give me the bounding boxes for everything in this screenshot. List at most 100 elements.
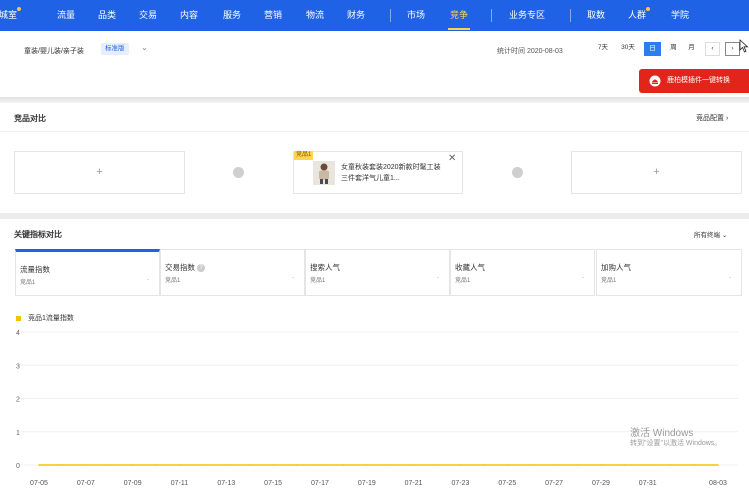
series-point[interactable] (646, 464, 649, 466)
nav-item-0[interactable]: 城室 (0, 0, 17, 31)
plugin-logo-icon (649, 75, 661, 87)
add-product-slot-3[interactable]: + (571, 151, 742, 194)
metric-tab-sub: 竞品1 (455, 278, 471, 284)
config-link[interactable]: 竞品配置 › (696, 113, 728, 123)
next-date-button[interactable]: › (725, 42, 740, 56)
nav-item-6[interactable]: 营销 (264, 0, 282, 31)
series-point[interactable] (38, 464, 40, 466)
series-point[interactable] (670, 464, 672, 466)
info-icon[interactable]: ? (197, 264, 205, 273)
series-point[interactable] (600, 464, 602, 466)
close-icon[interactable]: ✕ (448, 153, 456, 164)
series-point[interactable] (225, 464, 228, 466)
chevron-right-icon: › (731, 45, 734, 52)
series-point[interactable] (553, 464, 555, 466)
nav-item-10[interactable]: 竞争 (447, 0, 471, 31)
series-point[interactable] (693, 464, 696, 466)
metric-tab-name: 加购人气 (601, 262, 631, 273)
series-point[interactable] (202, 464, 204, 466)
nav-item-13[interactable]: 人群 (628, 0, 646, 31)
add-product-slot-1[interactable]: + (14, 151, 185, 194)
nav-divider (570, 9, 571, 22)
series-point[interactable] (483, 464, 485, 466)
metric-tab-name: 流量指数 (20, 264, 50, 275)
metric-tab-4[interactable]: 加购人气 竞品1 - (596, 249, 742, 296)
range-button-2[interactable]: 日 (644, 42, 661, 56)
prev-date-button[interactable]: ‹ (705, 42, 720, 56)
x-tick-label: 07-25 (498, 480, 516, 487)
nav-item-7[interactable]: 物流 (306, 0, 324, 31)
series-point[interactable] (248, 464, 251, 466)
metric-tab-3[interactable]: 收藏人气竞品1 - (450, 249, 595, 296)
metric-tab-1[interactable]: 交易指数? 竞品1 - (160, 249, 305, 296)
nav-divider (491, 9, 492, 22)
category-selector[interactable]: 童装/婴儿装/亲子装 (24, 46, 84, 56)
plugin-convert-button[interactable]: 鹿柏模插件一键转换 (639, 69, 749, 93)
y-tick-label: 1 (16, 430, 20, 437)
nav-item-4[interactable]: 内容 (180, 0, 198, 31)
metric-tab-value: - (147, 277, 149, 283)
x-tick-label: 07-05 (30, 480, 48, 487)
series-point[interactable] (131, 464, 134, 466)
nav-item-11[interactable]: 业务专区 (509, 0, 545, 31)
x-tick-label: 07-11 (171, 480, 188, 487)
metric-tab-value: - (582, 275, 584, 281)
nav-item-3[interactable]: 交易 (139, 0, 157, 31)
mouse-cursor-icon (739, 39, 749, 53)
nav-item-2[interactable]: 品类 (98, 0, 116, 31)
series-point[interactable] (717, 464, 719, 466)
series-point[interactable] (436, 464, 438, 466)
series-point[interactable] (623, 464, 626, 466)
series-point[interactable] (272, 464, 274, 466)
vs-dot-icon (233, 167, 244, 178)
range-button-0[interactable]: 7天 (593, 42, 613, 56)
x-tick-label: 07-31 (639, 480, 657, 487)
metric-tab-name: 交易指数? (165, 262, 205, 273)
metric-tab-label: 交易指数 (165, 263, 195, 272)
series-point[interactable] (295, 464, 298, 466)
windows-watermark-subtitle: 转到"设置"以激活 Windows。 (630, 440, 722, 447)
series-point[interactable] (155, 464, 157, 466)
metric-tab-2[interactable]: 搜索人气 竞品1 - (305, 249, 450, 296)
metric-tab-name: 收藏人气 (455, 262, 485, 273)
series-point[interactable] (319, 464, 321, 466)
series-point[interactable] (342, 464, 345, 466)
x-tick-label: 07-19 (358, 480, 376, 487)
nav-item-9[interactable]: 市场 (407, 0, 425, 31)
metric-tab-label: 流量指数 (20, 265, 50, 274)
plus-icon: + (653, 166, 660, 178)
x-tick-label: 07-29 (592, 480, 610, 487)
product-card-1[interactable]: 竞品1 女童秋装套装2020新款时髦工装三件套洋气儿童1... ✕ (293, 151, 463, 194)
series-point[interactable] (365, 464, 368, 466)
nav-item-5[interactable]: 服务 (223, 0, 241, 31)
product-tag: 竞品1 (294, 151, 314, 160)
series-point[interactable] (178, 464, 181, 466)
plus-icon: + (96, 166, 103, 178)
chevron-down-icon[interactable]: ⌄ (141, 43, 148, 52)
nav-item-8[interactable]: 财务 (347, 0, 365, 31)
metric-tab-label: 搜索人气 (310, 263, 340, 272)
y-tick-label: 3 (16, 363, 20, 370)
nav-item-14[interactable]: 学院 (671, 0, 689, 31)
series-point[interactable] (108, 464, 111, 466)
series-point[interactable] (85, 464, 87, 466)
series-point[interactable] (576, 464, 579, 466)
range-button-4[interactable]: 月 (684, 42, 699, 56)
terminal-select[interactable]: 所有终端 ⌄ (694, 229, 727, 239)
metric-tab-0[interactable]: 流量指数 竞品1 - (15, 249, 160, 296)
metric-tab-value: - (437, 275, 439, 281)
terminal-label: 所有终端 (694, 232, 720, 239)
range-button-3[interactable]: 周 (666, 42, 681, 56)
series-point[interactable] (506, 464, 509, 466)
series-point[interactable] (412, 464, 415, 466)
nav-item-12[interactable]: 取数 (587, 0, 605, 31)
series-point[interactable] (459, 464, 462, 466)
chevron-right-icon: › (725, 115, 729, 122)
notification-dot-icon (17, 7, 21, 11)
plugin-button-label: 鹿柏模插件一键转换 (667, 77, 730, 84)
series-point[interactable] (389, 464, 392, 466)
nav-item-1[interactable]: 流量 (57, 0, 75, 31)
range-button-1[interactable]: 30天 (617, 42, 639, 56)
series-point[interactable] (61, 464, 64, 466)
series-point[interactable] (529, 464, 532, 466)
